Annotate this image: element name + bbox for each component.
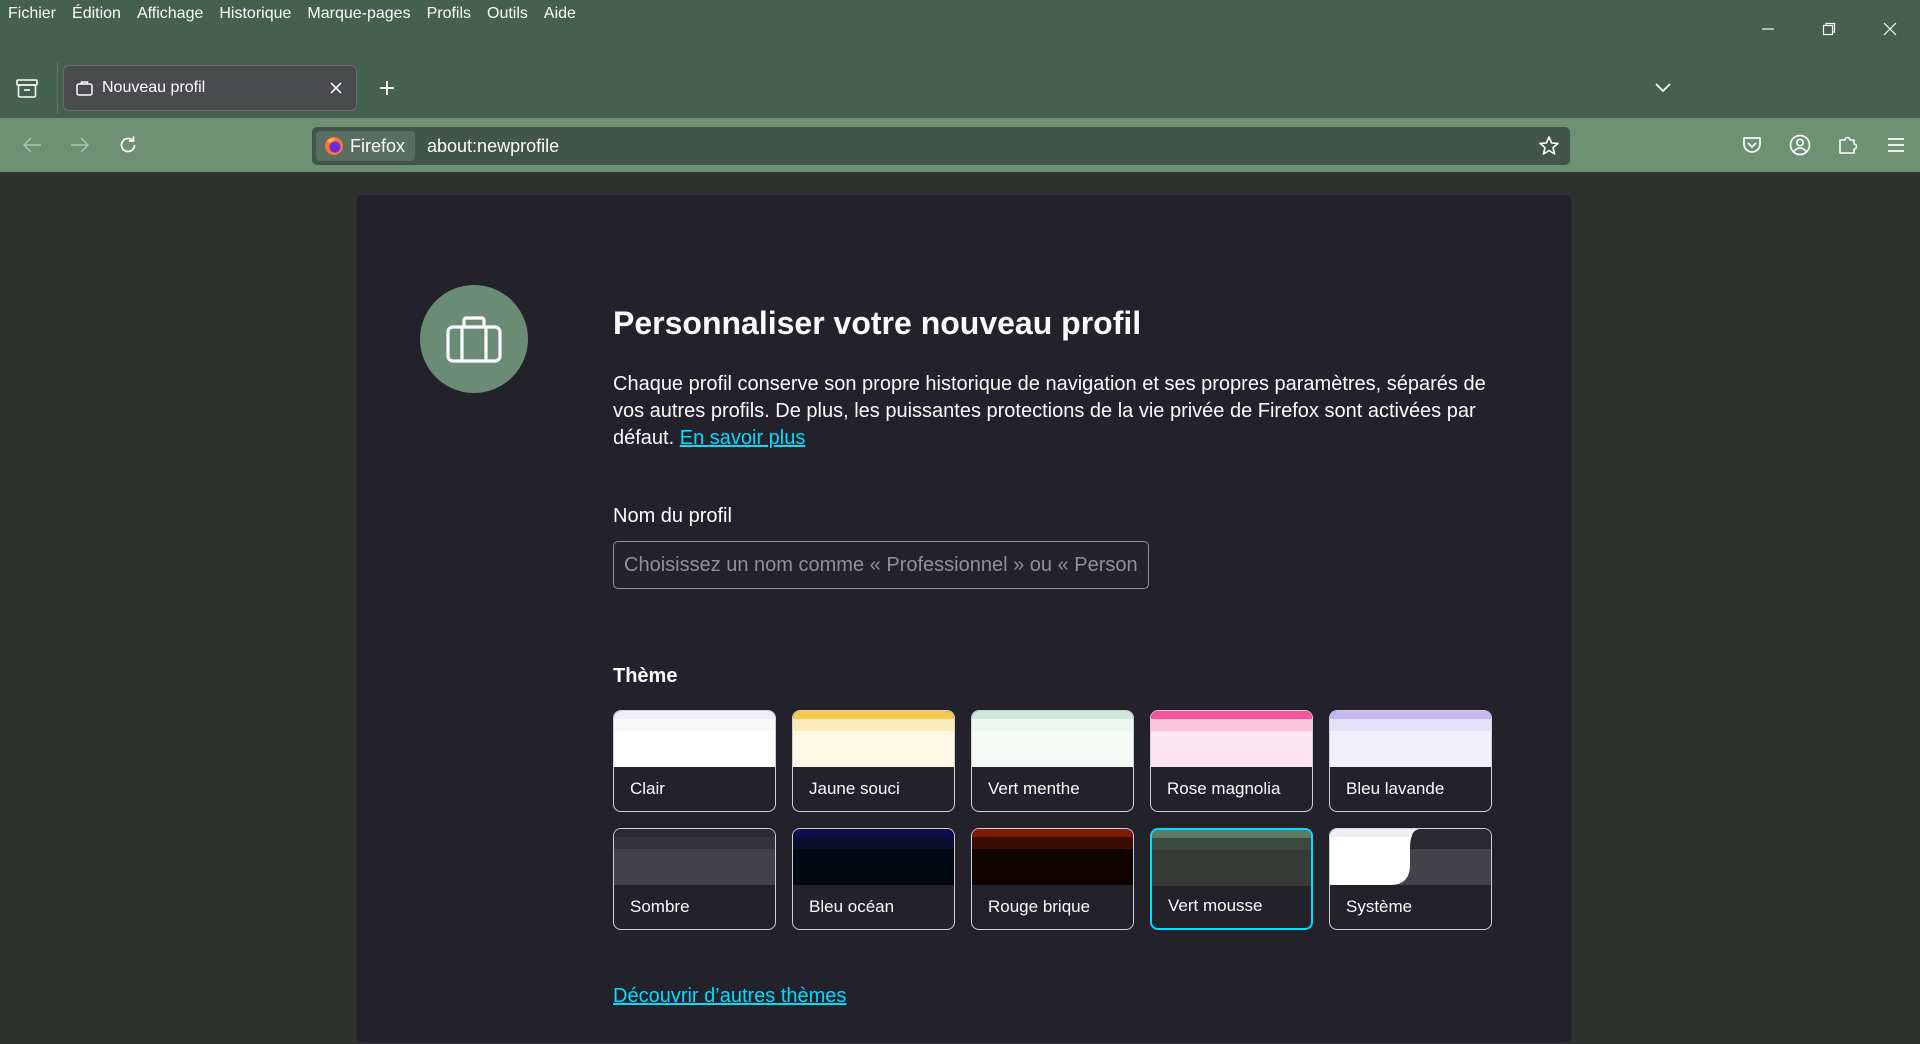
url-bar[interactable]: Firefox about:newprofile <box>312 127 1570 165</box>
navigation-toolbar: Firefox about:newprofile <box>0 118 1920 172</box>
theme-name: Sombre <box>630 897 690 916</box>
plus-icon <box>380 81 394 95</box>
theme-name: Bleu océan <box>809 897 895 916</box>
theme-card-clair[interactable]: Clair <box>613 710 776 812</box>
theme-card-sombre[interactable]: Sombre <box>613 828 776 930</box>
tab-divider <box>57 62 58 114</box>
firefox-logo-icon <box>325 137 343 155</box>
theme-name: Rouge brique <box>988 897 1091 916</box>
reload-button[interactable] <box>112 129 144 161</box>
firefox-view-button[interactable] <box>12 74 42 104</box>
profile-name-input[interactable] <box>613 541 1149 589</box>
briefcase-icon <box>446 316 502 363</box>
theme-preview <box>614 829 775 885</box>
theme-preview <box>972 829 1133 885</box>
list-all-tabs-button[interactable] <box>1648 73 1678 103</box>
new-profile-card: Personnaliser votre nouveau profil Chaqu… <box>355 194 1573 1044</box>
theme-name: Rose magnolia <box>1167 779 1281 798</box>
theme-preview <box>972 711 1133 767</box>
close-icon <box>1883 22 1896 36</box>
puzzle-piece-icon <box>1839 136 1858 154</box>
window-controls <box>1737 0 1920 58</box>
tab-strip: Nouveau profil <box>0 62 1920 114</box>
theme-preview <box>1330 829 1491 885</box>
menu-edition[interactable]: Édition <box>72 5 121 23</box>
theme-preview <box>1330 711 1491 767</box>
minimize-button[interactable] <box>1737 0 1798 58</box>
account-icon <box>1789 134 1811 156</box>
pocket-icon <box>1743 137 1761 153</box>
restore-button[interactable] <box>1798 0 1859 58</box>
extensions-button[interactable] <box>1832 129 1864 161</box>
bookmark-star-button[interactable] <box>1534 131 1564 161</box>
menu-profils[interactable]: Profils <box>427 5 471 23</box>
minimize-icon <box>1761 28 1774 30</box>
menu-affichage[interactable]: Affichage <box>137 5 203 23</box>
profile-avatar <box>420 285 528 393</box>
theme-preview <box>1152 830 1311 886</box>
theme-picker: Clair Jaune souci Vert menthe Rose magno… <box>613 710 1498 930</box>
theme-name: Vert menthe <box>988 779 1080 798</box>
restore-icon <box>1822 22 1835 36</box>
theme-name: Système <box>1346 897 1413 916</box>
account-button[interactable] <box>1784 129 1816 161</box>
more-themes-link[interactable]: Découvrir d’autres thèmes <box>613 985 846 1008</box>
menu-fichier[interactable]: Fichier <box>8 5 56 23</box>
theme-name: Vert mousse <box>1168 896 1263 915</box>
theme-name: Clair <box>630 779 665 798</box>
menu-bar: Fichier Édition Affichage Historique Mar… <box>0 0 592 28</box>
theme-card-vert-mousse[interactable]: Vert mousse <box>1150 828 1313 930</box>
title-bar: Fichier Édition Affichage Historique Mar… <box>0 0 1920 118</box>
close-window-button[interactable] <box>1859 0 1920 58</box>
theme-name: Bleu lavande <box>1346 779 1445 798</box>
identity-label: Firefox <box>350 135 406 156</box>
tab-title: Nouveau profil <box>102 79 206 96</box>
new-tab-button[interactable] <box>372 73 402 103</box>
theme-preview <box>1151 711 1312 767</box>
url-text[interactable]: about:newprofile <box>427 136 1534 157</box>
page-description: Chaque profil conserve son propre histor… <box>613 371 1493 452</box>
theme-card-jaune-souci[interactable]: Jaune souci <box>792 710 955 812</box>
pocket-button[interactable] <box>1736 129 1768 161</box>
page-content: Personnaliser votre nouveau profil Chaqu… <box>0 172 1920 1044</box>
theme-card-vert-menthe[interactable]: Vert menthe <box>971 710 1134 812</box>
theme-heading: Thème <box>613 665 678 687</box>
menu-marque-pages[interactable]: Marque-pages <box>307 5 410 23</box>
app-menu-button[interactable] <box>1880 129 1912 161</box>
theme-card-systeme[interactable]: Système <box>1329 828 1492 930</box>
theme-card-rose-magnolia[interactable]: Rose magnolia <box>1150 710 1313 812</box>
page-title: Personnaliser votre nouveau profil <box>613 305 1142 341</box>
chevron-down-icon <box>1655 83 1671 93</box>
back-button[interactable] <box>16 129 48 161</box>
profile-name-label: Nom du profil <box>613 505 732 527</box>
tab-close-button[interactable] <box>324 76 348 100</box>
menu-outils[interactable]: Outils <box>487 5 528 23</box>
tab-nouveau-profil[interactable]: Nouveau profil <box>63 65 357 111</box>
arrow-right-icon <box>71 137 90 153</box>
reload-icon <box>120 136 136 153</box>
close-icon <box>330 82 342 94</box>
menu-historique[interactable]: Historique <box>219 5 291 23</box>
theme-card-bleu-lavande[interactable]: Bleu lavande <box>1329 710 1492 812</box>
briefcase-icon <box>76 79 94 97</box>
star-icon <box>1539 136 1559 155</box>
theme-preview <box>793 829 954 885</box>
theme-card-bleu-ocean[interactable]: Bleu océan <box>792 828 955 930</box>
theme-name: Jaune souci <box>809 779 900 798</box>
menu-aide[interactable]: Aide <box>544 5 576 23</box>
theme-preview <box>614 711 775 767</box>
identity-box[interactable]: Firefox <box>316 131 416 161</box>
forward-button[interactable] <box>64 129 96 161</box>
learn-more-link[interactable]: En savoir plus <box>680 427 806 449</box>
firefox-view-icon <box>16 79 38 98</box>
theme-preview <box>793 711 954 767</box>
hamburger-menu-icon <box>1888 138 1904 152</box>
theme-card-rouge-brique[interactable]: Rouge brique <box>971 828 1134 930</box>
arrow-left-icon <box>22 137 41 153</box>
